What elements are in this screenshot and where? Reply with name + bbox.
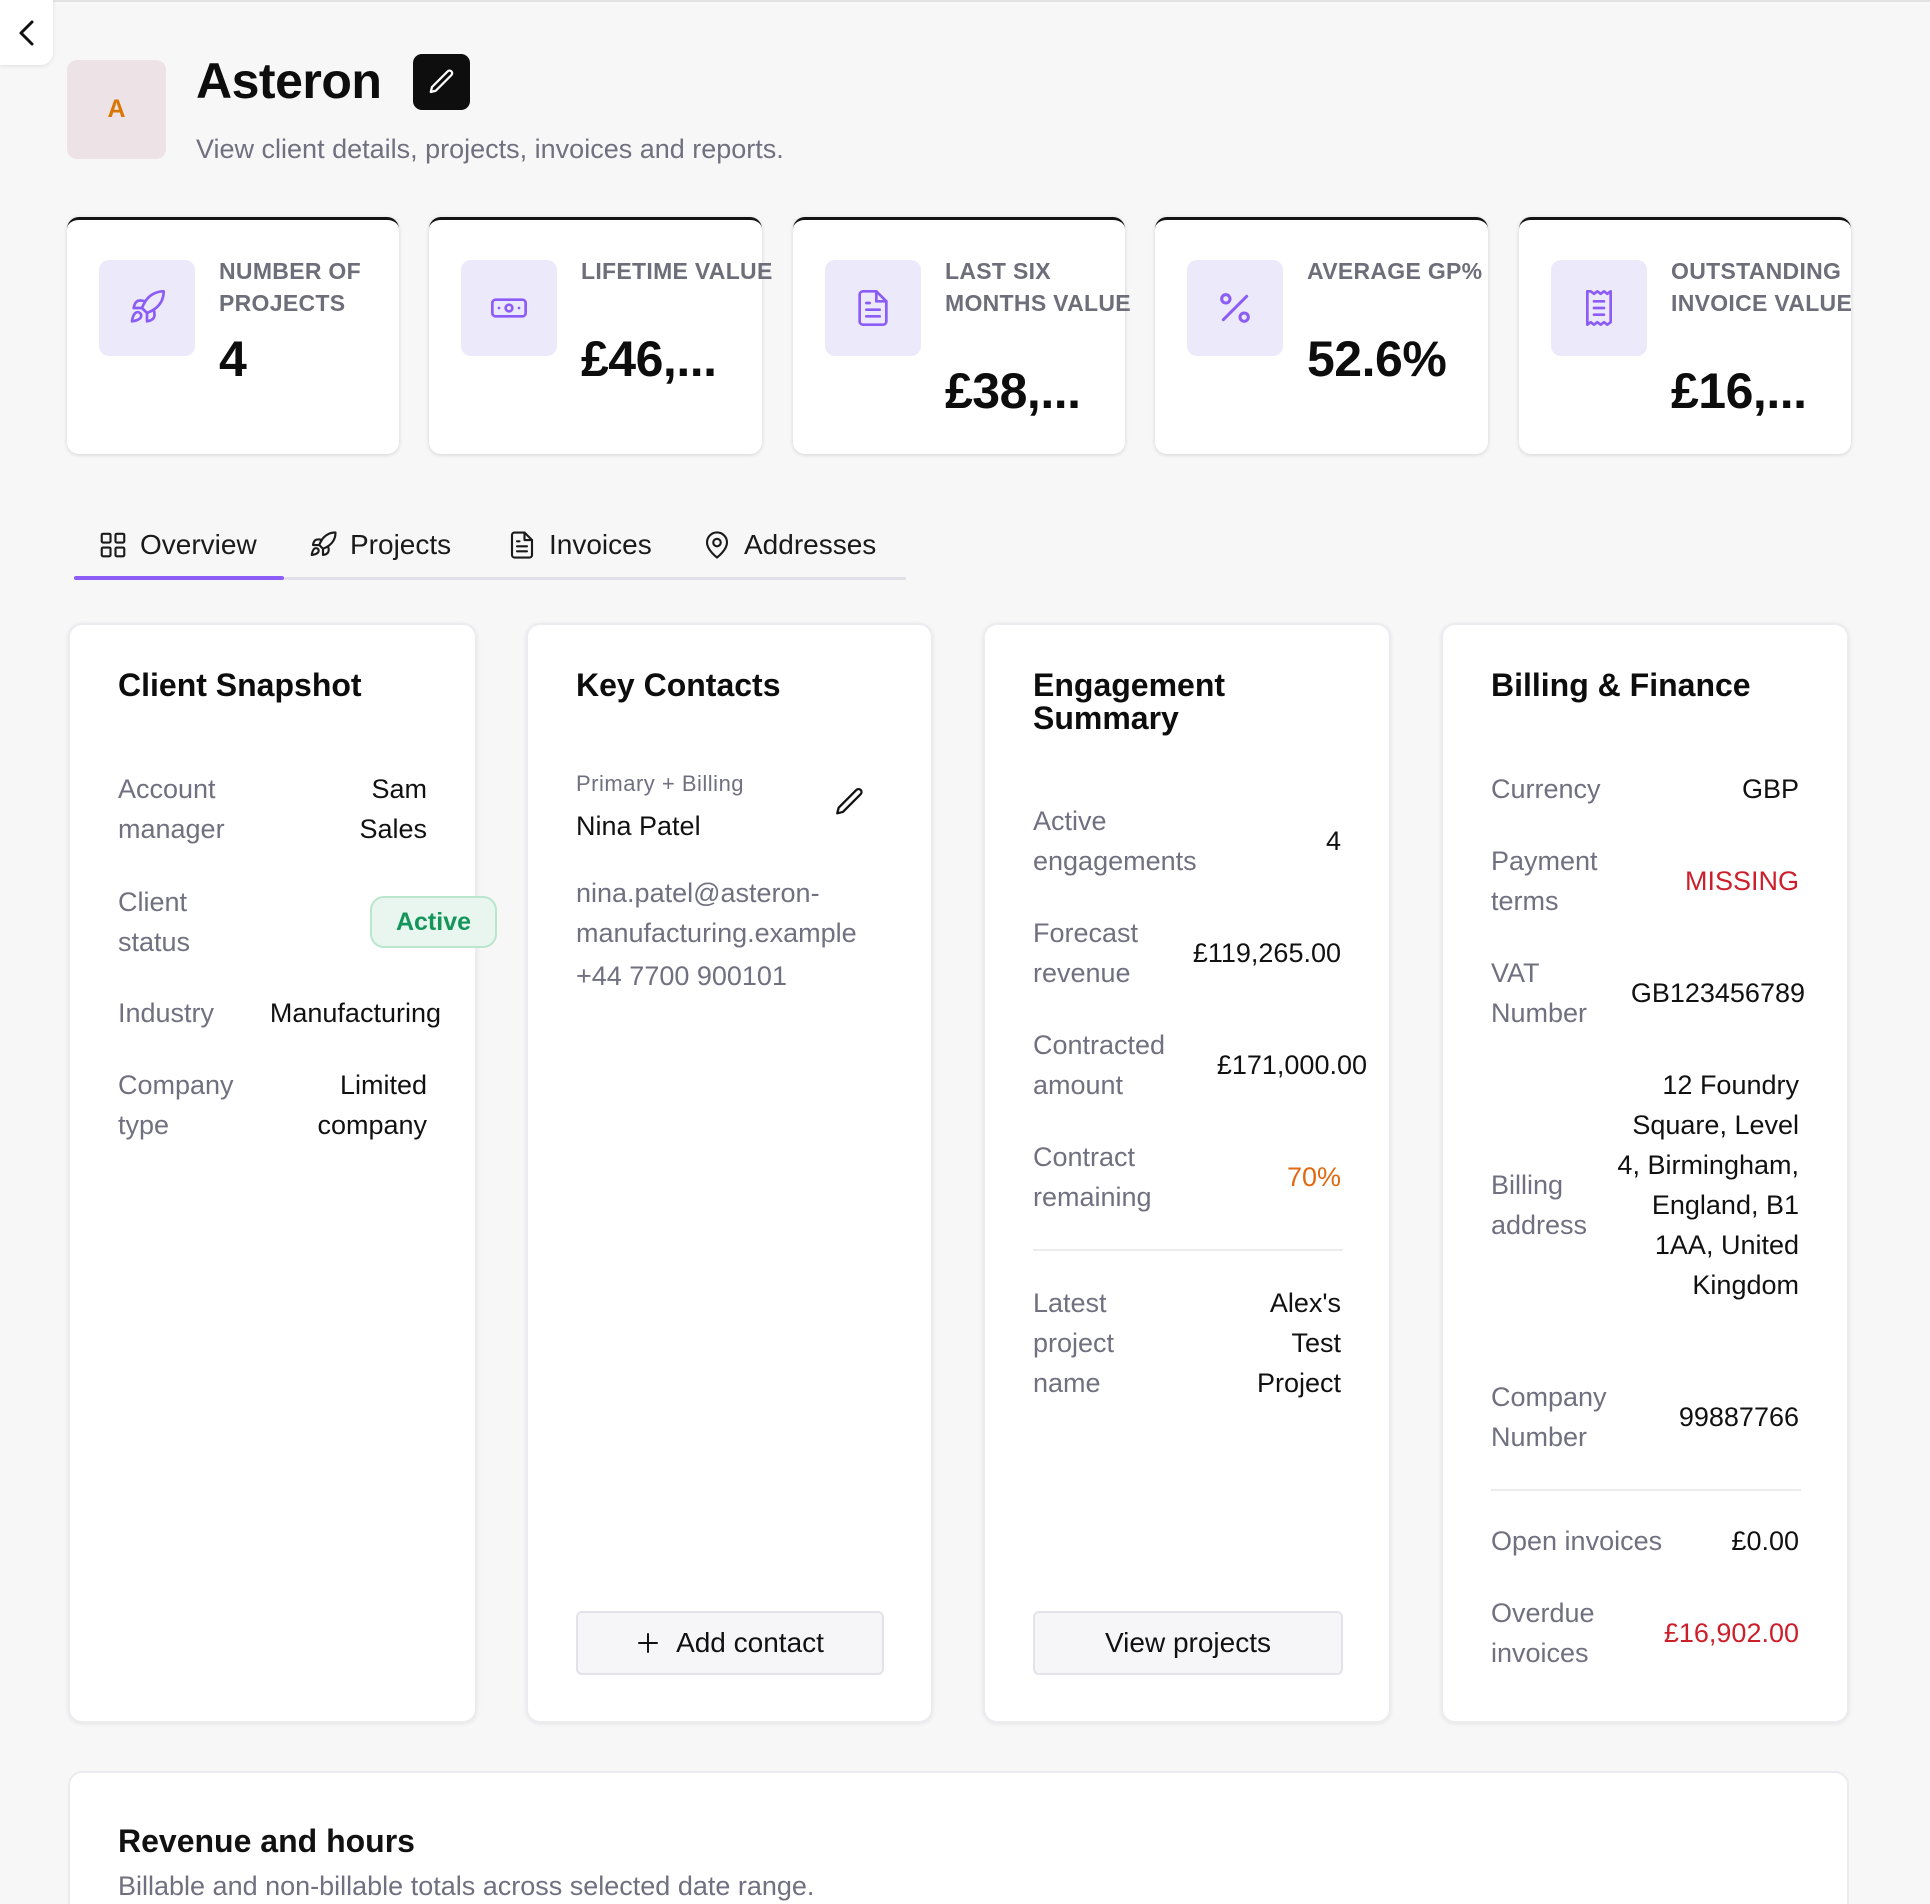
edit-client-button[interactable]	[413, 54, 470, 110]
document-icon	[510, 531, 534, 559]
stat-label: LIFETIME VALUE	[581, 258, 773, 284]
stat-value: £46,...	[581, 331, 717, 387]
card-title: Engagement Summary	[1033, 667, 1226, 736]
company-type-label: Company type	[118, 1070, 234, 1140]
plus-icon	[638, 1633, 659, 1653]
card-subtitle: Billable and non-billable totals across …	[118, 1871, 815, 1901]
card-title: Revenue and hours	[118, 1823, 415, 1859]
billing-address-value: 12 Foundry Square, Level 4, Birmingham, …	[1617, 1070, 1799, 1300]
contracted-amount-value: £171,000.00	[1216, 1050, 1367, 1080]
back-button[interactable]	[0, 0, 53, 65]
open-invoices-value: £0.00	[1731, 1526, 1799, 1556]
overdue-invoices-label: Overdue invoices	[1491, 1598, 1595, 1668]
forecast-revenue-label: Forecast revenue	[1033, 918, 1139, 988]
tab-label: Projects	[350, 529, 452, 560]
stat-card-average-gp: AVERAGE GP% 52.6%	[1155, 217, 1488, 454]
chevron-left-icon	[19, 20, 33, 45]
card-title: Client Snapshot	[118, 667, 362, 703]
active-tab-indicator	[74, 576, 284, 580]
engagement-summary-card: Engagement Summary Active engagements 4 …	[983, 623, 1391, 1723]
percent-icon	[1187, 260, 1283, 356]
contact-name: Nina Patel	[576, 811, 701, 841]
industry-label: Industry	[118, 998, 215, 1028]
stat-card-six-months-value: LAST SIX MONTHS VALUE £38,...	[793, 217, 1131, 454]
divider	[1033, 1249, 1343, 1251]
divider	[1491, 1489, 1801, 1491]
stat-value: £38,...	[945, 363, 1081, 419]
overdue-invoices-value: £16,902.00	[1663, 1618, 1799, 1648]
stat-label: AVERAGE GP%	[1307, 258, 1483, 284]
contract-remaining-value: 70%	[1286, 1162, 1341, 1192]
stat-label: LAST SIX MONTHS VALUE	[945, 258, 1131, 316]
payment-terms-label: Payment terms	[1491, 846, 1598, 916]
grid-icon	[100, 532, 126, 558]
tab-invoices[interactable]: Invoices	[507, 510, 652, 580]
stat-card-lifetime-value: LIFETIME VALUE £46,...	[429, 217, 772, 454]
client-status-label: Client status	[118, 887, 191, 957]
client-avatar: A	[67, 60, 166, 159]
rocket-icon	[99, 260, 195, 356]
key-contacts-card: Key Contacts Primary + Billing Nina Pate…	[526, 623, 933, 1723]
document-icon	[825, 260, 921, 356]
receipt-icon	[1551, 260, 1647, 356]
vat-number-value: GB123456789	[1630, 978, 1805, 1008]
vat-number-label: VAT Number	[1491, 958, 1588, 1028]
status-badge: Active	[370, 896, 497, 948]
card-title: Key Contacts	[576, 667, 781, 703]
pencil-icon	[429, 69, 453, 94]
stat-value: 4	[219, 331, 247, 387]
map-pin-icon	[705, 531, 729, 559]
view-projects-label: View projects	[1104, 1627, 1271, 1658]
contracted-amount-label: Contracted amount	[1033, 1030, 1166, 1100]
currency-label: Currency	[1491, 774, 1601, 804]
tab-overview[interactable]: Overview	[98, 510, 257, 580]
open-invoices-label: Open invoices	[1491, 1526, 1663, 1556]
add-contact-label: Add contact	[676, 1627, 824, 1658]
stat-label: OUTSTANDING INVOICE VALUE	[1671, 258, 1853, 316]
forecast-revenue-value: £119,265.00	[1192, 938, 1341, 968]
latest-project-label: Latest project name	[1033, 1288, 1115, 1398]
pencil-icon	[836, 787, 863, 815]
revenue-hours-card: Revenue and hours Billable and non-billa…	[68, 1771, 1849, 1904]
stat-value: £16,...	[1671, 363, 1807, 419]
payment-terms-value: MISSING	[1684, 866, 1799, 896]
edit-contact-button[interactable]	[833, 785, 867, 819]
contact-role: Primary + Billing	[576, 771, 745, 796]
billing-address-label: Billing address	[1491, 1170, 1588, 1240]
view-projects-button[interactable]: View projects	[1033, 1611, 1343, 1675]
active-engagements-value: 4	[1325, 826, 1341, 856]
tab-label: Overview	[140, 529, 257, 560]
client-snapshot-card: Client Snapshot Account manager Sam Sale…	[68, 623, 497, 1723]
account-manager-value: Sam Sales	[359, 774, 427, 844]
company-number-value: 99887766	[1678, 1402, 1799, 1432]
tab-addresses[interactable]: Addresses	[702, 510, 876, 580]
stat-label: NUMBER OF PROJECTS	[219, 258, 361, 316]
company-number-label: Company Number	[1491, 1382, 1607, 1452]
stat-value: 52.6%	[1307, 331, 1447, 387]
industry-value: Manufacturing	[269, 998, 441, 1028]
page-subtitle: View client details, projects, invoices …	[196, 134, 784, 164]
latest-project-value: Alex's Test Project	[1256, 1288, 1341, 1398]
account-manager-label: Account manager	[118, 774, 225, 844]
contact-phone: +44 7700 900101	[576, 961, 787, 991]
banknote-icon	[461, 260, 557, 356]
tab-projects[interactable]: Projects	[308, 510, 451, 580]
tab-label: Invoices	[549, 529, 652, 560]
add-contact-button[interactable]: Add contact	[576, 1611, 884, 1675]
stat-card-outstanding-invoice: OUTSTANDING INVOICE VALUE £16,...	[1519, 217, 1852, 454]
currency-value: GBP	[1741, 774, 1799, 804]
top-rule	[0, 0, 1930, 2]
page-title: Asteron	[196, 53, 382, 109]
billing-finance-card: Billing & Finance Currency GBP Payment t…	[1441, 623, 1849, 1723]
contract-remaining-label: Contract remaining	[1033, 1142, 1152, 1212]
company-type-value: Limited company	[317, 1070, 427, 1140]
active-engagements-label: Active engagements	[1033, 806, 1197, 876]
card-title: Billing & Finance	[1491, 667, 1751, 703]
contact-email[interactable]: nina.patel@asteron-manufacturing.example	[576, 873, 896, 953]
tab-label: Addresses	[744, 529, 877, 560]
stat-card-projects: NUMBER OF PROJECTS 4	[67, 217, 399, 454]
rocket-icon	[310, 531, 337, 557]
tab-bar: Overview Projects Invoices Addresses	[74, 510, 906, 580]
